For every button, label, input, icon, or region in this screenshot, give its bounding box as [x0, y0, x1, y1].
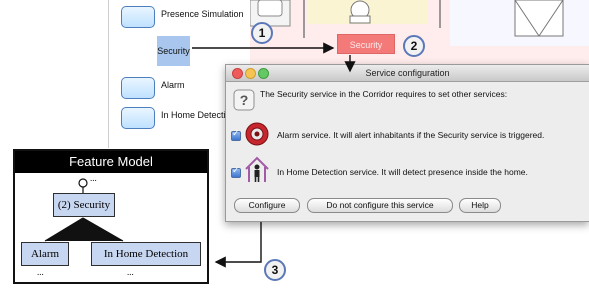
- arrow-dialog-to-feature-model: [214, 222, 262, 268]
- callout-1: 1: [251, 22, 273, 44]
- callout-2: 2: [403, 35, 425, 57]
- callout-3: 3: [264, 259, 286, 281]
- flow-arrows: [192, 42, 356, 268]
